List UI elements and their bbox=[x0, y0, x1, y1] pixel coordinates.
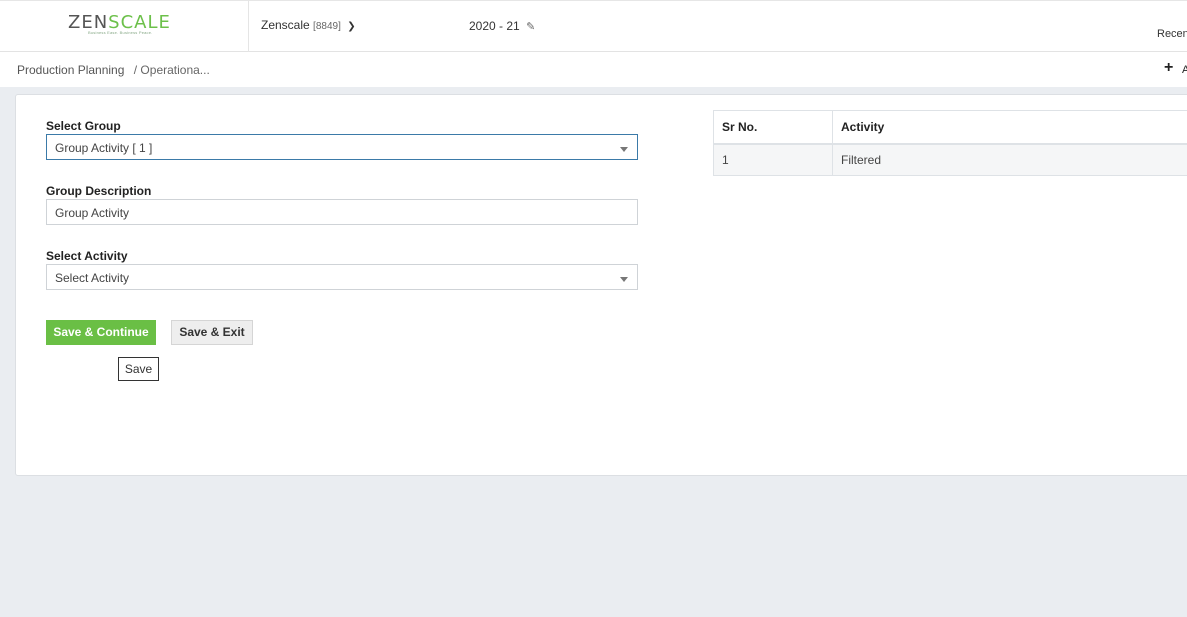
financial-year-selector[interactable]: 2020 - 21 ✎ bbox=[469, 19, 535, 33]
breadcrumb-root-link[interactable]: Production Planning bbox=[17, 63, 124, 77]
company-code: [8849] bbox=[313, 21, 341, 32]
add-button-label[interactable]: A bbox=[1182, 64, 1187, 76]
select-activity-dropdown[interactable]: Select Activity bbox=[46, 264, 638, 290]
select-activity-value: Select Activity bbox=[55, 271, 130, 285]
edit-icon[interactable]: ✎ bbox=[526, 21, 535, 33]
table-row[interactable]: 1 Filtered bbox=[713, 143, 1187, 176]
group-description-label: Group Description bbox=[46, 184, 152, 198]
group-description-input[interactable]: Group Activity bbox=[46, 199, 638, 225]
logo-area[interactable]: ZENSCALE Business Ease. Business Peace. bbox=[0, 1, 249, 52]
save-tooltip: Save bbox=[118, 357, 159, 381]
column-header-activity[interactable]: Activity bbox=[832, 110, 1187, 145]
add-icon[interactable]: + bbox=[1164, 59, 1173, 77]
breadcrumb-current: / Operationa... bbox=[133, 63, 210, 77]
logo-tagline: Business Ease. Business Peace. bbox=[88, 30, 153, 35]
top-navbar: ZENSCALE Business Ease. Business Peace. … bbox=[0, 0, 1187, 52]
chevron-down-icon: ❯ bbox=[347, 21, 356, 32]
company-selector[interactable]: Zenscale [8849] ❯ bbox=[261, 18, 356, 32]
dropdown-arrow-icon bbox=[620, 277, 628, 282]
breadcrumb: Production Planning / Operationa... bbox=[17, 63, 210, 77]
select-group-dropdown[interactable]: Group Activity [ 1 ] bbox=[46, 134, 638, 160]
group-description-value: Group Activity bbox=[55, 206, 130, 220]
select-group-value: Group Activity [ 1 ] bbox=[55, 141, 153, 155]
save-continue-button[interactable]: Save & Continue bbox=[46, 320, 156, 345]
activity-table: Sr No. Activity 1 Filtered bbox=[713, 110, 1187, 176]
table-header-row: Sr No. Activity bbox=[713, 110, 1187, 145]
column-header-sr-no[interactable]: Sr No. bbox=[713, 110, 833, 145]
cell-sr-no: 1 bbox=[713, 143, 833, 176]
save-exit-button[interactable]: Save & Exit bbox=[171, 320, 253, 345]
breadcrumb-bar: Production Planning / Operationa... + A bbox=[0, 52, 1187, 87]
recent-menu[interactable]: Recen bbox=[1157, 28, 1187, 40]
select-group-label: Select Group bbox=[46, 119, 121, 133]
company-name: Zenscale bbox=[261, 18, 310, 32]
dropdown-arrow-icon bbox=[620, 147, 628, 152]
select-activity-label: Select Activity bbox=[46, 249, 128, 263]
financial-year-value: 2020 - 21 bbox=[469, 19, 520, 33]
cell-activity: Filtered bbox=[832, 143, 1187, 176]
